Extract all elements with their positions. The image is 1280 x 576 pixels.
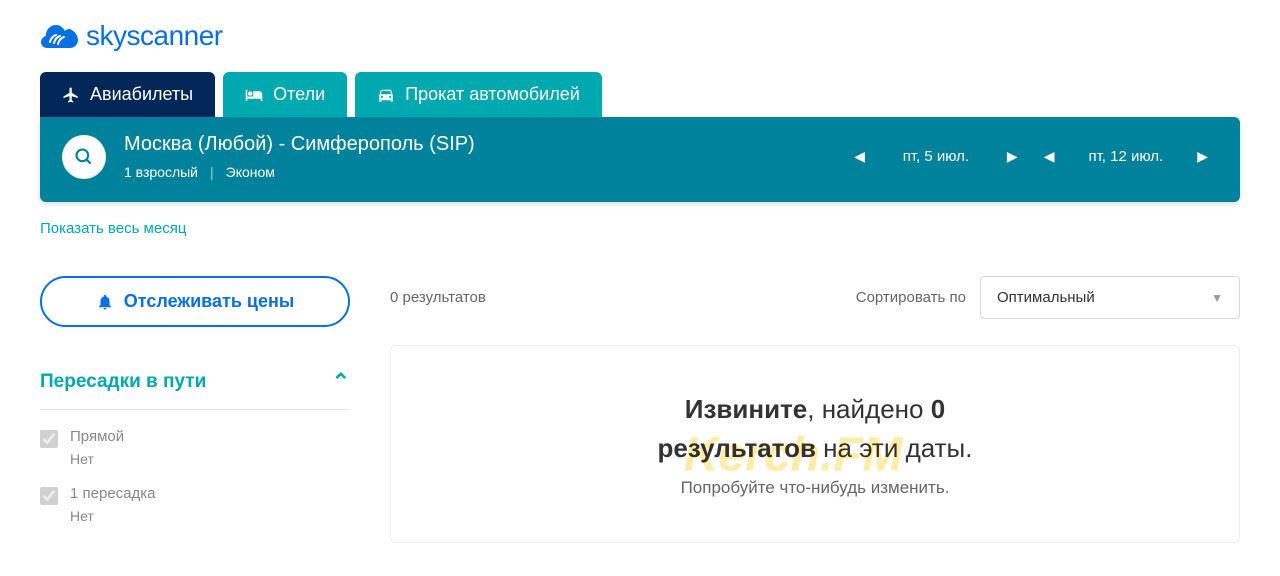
car-icon (377, 86, 395, 104)
cabin-class: Эконом (226, 164, 275, 180)
show-whole-month-link[interactable]: Показать весь месяц (40, 220, 186, 237)
chevron-up-icon: ⌃ (332, 369, 350, 395)
stops-filter-section: Пересадки в пути ⌃ Прямой Нет 1 пересадк… (40, 369, 350, 524)
tab-cars[interactable]: Прокат автомобилей (355, 72, 602, 117)
tab-flights[interactable]: Авиабилеты (40, 72, 215, 117)
stops-filter-toggle[interactable]: Пересадки в пути ⌃ (40, 369, 350, 410)
track-prices-button[interactable]: Отслеживать цены (40, 276, 350, 327)
results-count: 0 результатов (390, 289, 486, 306)
return-date[interactable]: пт, 12 июл. (1070, 148, 1181, 165)
no-results-card: Kerch.FM Извините, найдено 0 результатов… (390, 345, 1240, 543)
filter-direct: Прямой Нет (40, 428, 350, 467)
brand-text: skyscanner (86, 20, 223, 52)
filter-one-stop: 1 пересадка Нет (40, 485, 350, 524)
one-stop-label: 1 пересадка (70, 485, 156, 502)
direct-checkbox[interactable] (40, 430, 58, 448)
tab-hotels[interactable]: Отели (223, 72, 347, 117)
bell-icon (96, 293, 114, 311)
sort-label: Сортировать по (856, 289, 966, 306)
sort-select[interactable]: Оптимальный ▼ (980, 276, 1240, 319)
product-tabs: Авиабилеты Отели Прокат автомобилей (40, 72, 1240, 117)
depart-next-arrow[interactable]: ▶ (997, 140, 1028, 173)
return-next-arrow[interactable]: ▶ (1187, 140, 1218, 173)
chevron-down-icon: ▼ (1211, 291, 1223, 305)
edit-search-button[interactable] (62, 135, 106, 179)
depart-date[interactable]: пт, 5 июл. (881, 148, 991, 165)
depart-date-picker: ◀ пт, 5 июл. ▶ (844, 140, 1028, 173)
cloud-icon (40, 23, 80, 49)
route-text: Москва (Любой) - Симферополь (SIP) (124, 133, 844, 156)
passenger-count: 1 взрослый (124, 164, 198, 180)
one-stop-sub: Нет (70, 508, 156, 524)
return-prev-arrow[interactable]: ◀ (1034, 140, 1065, 173)
no-results-hint: Попробуйте что-нибудь изменить. (421, 478, 1209, 498)
brand-logo[interactable]: skyscanner (40, 20, 223, 52)
one-stop-checkbox[interactable] (40, 487, 58, 505)
search-icon (74, 147, 94, 167)
search-summary-bar: Москва (Любой) - Симферополь (SIP) 1 взр… (40, 117, 1240, 202)
plane-icon (62, 86, 80, 104)
direct-sub: Нет (70, 451, 124, 467)
direct-label: Прямой (70, 428, 124, 445)
bed-icon (245, 86, 263, 104)
return-date-picker: ◀ пт, 12 июл. ▶ (1034, 140, 1218, 173)
depart-prev-arrow[interactable]: ◀ (844, 140, 875, 173)
